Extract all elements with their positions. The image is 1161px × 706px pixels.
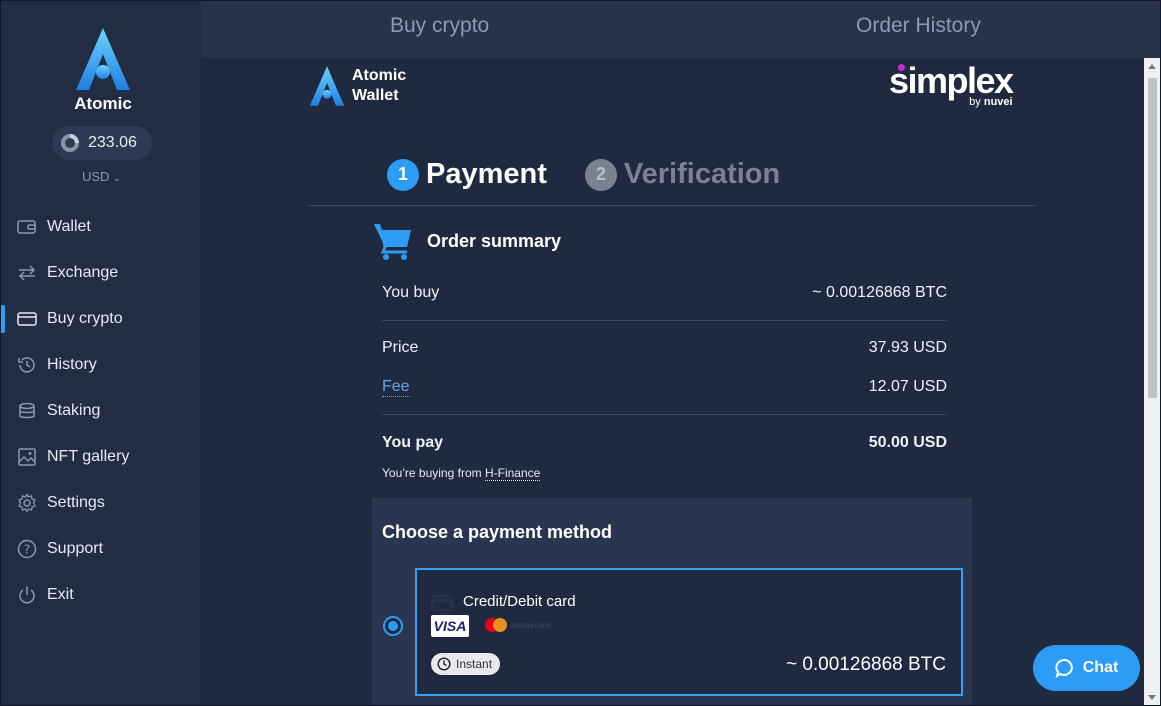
svg-text:?: ? [24, 543, 30, 557]
sidebar-nav: Wallet Exchange Buy crypto History Staki… [1, 204, 202, 618]
you-buy-label: You buy [382, 284, 440, 301]
currency-label: USD [82, 169, 110, 184]
price-value: 37.93 USD [868, 339, 947, 356]
visa-logo: VISA [431, 615, 469, 637]
content-scrollbar[interactable] [1144, 58, 1161, 706]
image-icon [17, 447, 37, 467]
you-buy-value: ~ 0.00126868 BTC [812, 284, 947, 301]
sidebar-item-staking[interactable]: Staking [1, 388, 202, 434]
history-icon [17, 355, 37, 375]
fee-value: 12.07 USD [868, 378, 947, 395]
sidebar-item-buy-crypto[interactable]: Buy crypto [1, 296, 202, 342]
order-summary-title: Order summary [427, 230, 562, 251]
power-icon [17, 585, 37, 605]
scrollbar-thumb[interactable] [1148, 78, 1157, 398]
atomic-logo: Atomic [61, 26, 145, 114]
buying-from-note: You’re buying from H-Finance [382, 466, 541, 481]
clock-icon [437, 657, 451, 671]
fee-row: Fee 12.07 USD [382, 378, 947, 397]
payment-option-card[interactable]: Credit/Debit card VISA mastercard Instan… [415, 568, 963, 696]
balance-ring-icon [61, 134, 79, 152]
sidebar-item-label: Support [47, 540, 104, 557]
divider [382, 414, 947, 415]
price-label: Price [382, 339, 419, 356]
cart-icon [374, 224, 411, 260]
order-summary-header: Order summary [373, 221, 561, 261]
balance-pill[interactable]: 233.06 [52, 126, 152, 160]
scroll-up-icon[interactable] [1148, 64, 1156, 69]
staking-icon [17, 401, 37, 421]
wallet-icon [17, 217, 37, 237]
atomic-wallet-line2: Wallet [352, 87, 399, 104]
sidebar-item-settings[interactable]: Settings [1, 480, 202, 526]
you-buy-row: You buy ~ 0.00126868 BTC [382, 284, 947, 302]
provider-link[interactable]: H-Finance [484, 466, 541, 481]
sidebar-item-history[interactable]: History [1, 342, 202, 388]
sidebar-item-label: History [47, 356, 97, 373]
step-verification: 2 Verification [584, 158, 781, 191]
payment-option-amount: ~ 0.00126868 BTC [785, 654, 946, 675]
atomic-wallet-logo: Atomic Wallet [306, 65, 406, 107]
sidebar-item-label: NFT gallery [47, 448, 130, 465]
exchange-icon [17, 263, 37, 283]
step-payment: 1 Payment [387, 158, 547, 191]
sidebar-item-label: Staking [47, 402, 101, 419]
payment-option-label: Credit/Debit card [463, 593, 576, 610]
instant-label: Instant [456, 657, 493, 671]
help-icon: ? [17, 539, 37, 559]
sidebar: Atomic 233.06 USD ⌄ Wallet Exchange Buy … [0, 0, 202, 706]
mastercard-text: mastercard [510, 620, 551, 630]
divider [382, 320, 947, 321]
scroll-down-icon[interactable] [1148, 695, 1156, 700]
atomic-wallet-line1: Atomic [352, 67, 407, 84]
mastercard-logo: mastercard [485, 618, 550, 632]
atomic-wallet-logo-icon [309, 66, 345, 106]
sidebar-item-support[interactable]: ? Support [1, 526, 202, 572]
step-number: 2 [584, 158, 617, 191]
card-icon [17, 309, 37, 329]
simplex-name: simplex [889, 60, 1014, 101]
sidebar-item-label: Settings [47, 494, 105, 511]
sidebar-item-nft-gallery[interactable]: NFT gallery [1, 434, 202, 480]
stepper: 1 Payment 2 Verification [387, 158, 818, 191]
chat-button[interactable]: Chat [1033, 645, 1140, 691]
chevron-down-icon: ⌄ [112, 173, 121, 184]
gear-icon [17, 493, 37, 513]
payment-radio-card[interactable] [383, 616, 403, 636]
you-pay-row: You pay 50.00 USD [382, 434, 947, 452]
price-row: Price 37.93 USD [382, 339, 947, 357]
simplex-widget: Atomic Wallet simplex by nuvei 1 Payment… [201, 58, 1144, 706]
step-number: 1 [387, 158, 419, 191]
stepper-divider [307, 205, 1037, 206]
sidebar-item-wallet[interactable]: Wallet [1, 204, 202, 250]
chat-label: Chat [1082, 659, 1119, 676]
you-pay-value: 50.00 USD [868, 434, 947, 451]
atomic-logo-icon [76, 28, 130, 90]
tab-buy-crypto[interactable]: Buy crypto [390, 14, 489, 38]
top-tabs: Buy crypto Order History [201, 0, 1161, 58]
instant-badge: Instant [431, 653, 501, 675]
payment-method-title: Choose a payment method [382, 522, 613, 542]
tab-order-history[interactable]: Order History [856, 14, 981, 38]
simplex-dot [898, 64, 905, 71]
sidebar-item-exchange[interactable]: Exchange [1, 250, 202, 296]
fee-link[interactable]: Fee [382, 378, 410, 397]
payment-method-section: Choose a payment method Credit/Debit car… [372, 498, 972, 706]
step-label: Verification [623, 158, 781, 190]
sidebar-item-label: Exchange [47, 264, 119, 281]
step-label: Payment [426, 158, 547, 190]
sidebar-item-label: Buy crypto [47, 310, 123, 327]
sidebar-item-exit[interactable]: Exit [1, 572, 202, 618]
chat-bubble-icon [1055, 659, 1073, 678]
balance-value: 233.06 [88, 134, 137, 151]
brand-name: Atomic [74, 94, 132, 113]
you-pay-label: You pay [382, 434, 444, 451]
sidebar-item-label: Wallet [47, 218, 91, 235]
buying-from-prefix: You’re buying from [382, 466, 482, 480]
credit-card-icon [431, 595, 453, 611]
currency-selector[interactable]: USD ⌄ [82, 169, 121, 184]
simplex-logo: simplex by nuvei [889, 60, 1014, 108]
sidebar-item-label: Exit [47, 586, 74, 603]
